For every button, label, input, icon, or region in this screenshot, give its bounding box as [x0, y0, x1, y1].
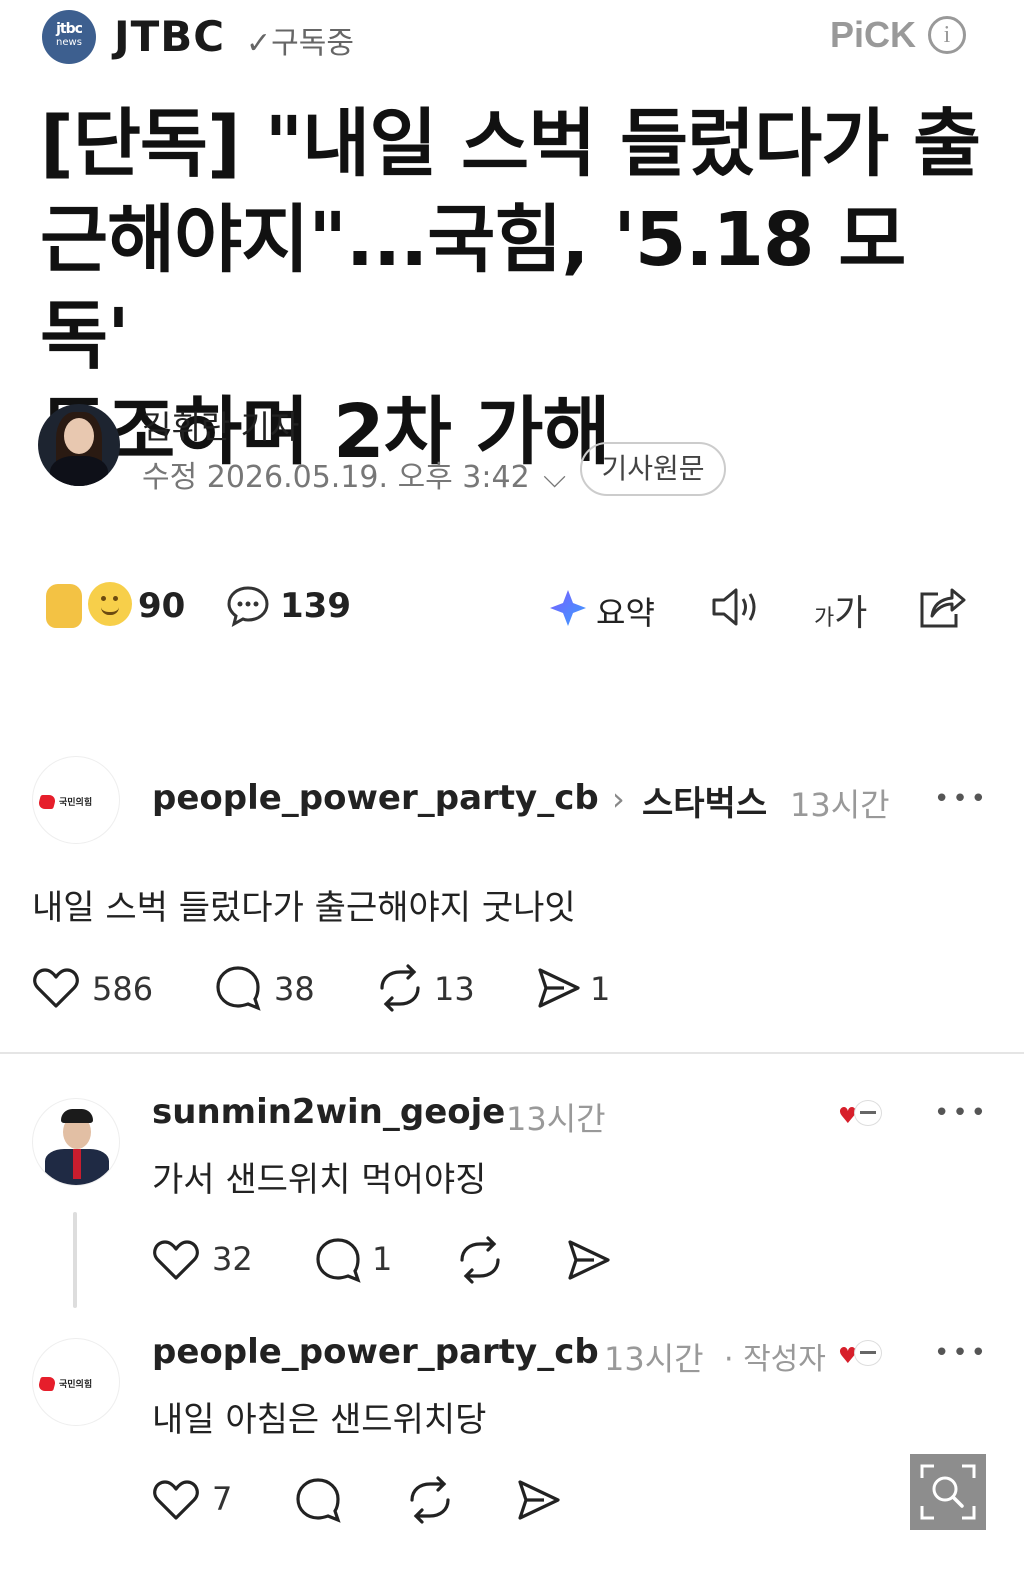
post-author-avatar[interactable]: [32, 1098, 120, 1186]
image-search-button[interactable]: [910, 1454, 986, 1530]
post-username[interactable]: people_power_party_cb: [152, 778, 599, 818]
reply-count: 1: [372, 1240, 393, 1278]
post-username[interactable]: sunmin2win_geoje: [152, 1092, 505, 1132]
thumbs-up-emoji-icon[interactable]: [46, 584, 82, 628]
article-action-bar: 90 139 요약 가가: [0, 574, 1024, 640]
repost-count: 13: [434, 970, 475, 1008]
post-text: 내일 아침은 샌드위치당: [152, 1400, 487, 1440]
send-icon[interactable]: [566, 1238, 612, 1282]
heart-icon[interactable]: [152, 1478, 200, 1522]
send-icon[interactable]: [516, 1478, 562, 1522]
more-options-icon[interactable]: •••: [934, 1098, 989, 1128]
speaker-icon[interactable]: [710, 584, 764, 630]
headline-line: 근해야지"...국힘, '5.18 모독': [40, 197, 906, 379]
modified-timestamp[interactable]: 수정 2026.05.19. 오후 3:42 ⌵: [142, 452, 566, 496]
subscribe-status[interactable]: ✓구독중: [246, 18, 354, 62]
post-time: 13시간: [604, 1340, 704, 1378]
thread-connector-line: [73, 1212, 77, 1308]
comment-bubble-icon[interactable]: [226, 584, 270, 628]
divider: [0, 1052, 1024, 1054]
summary-button[interactable]: 요약: [596, 588, 655, 634]
post-username[interactable]: people_power_party_cb: [152, 1332, 599, 1372]
press-name[interactable]: JTBC: [114, 12, 225, 61]
chevron-down-icon: ⌵: [533, 460, 566, 495]
like-count: 7: [212, 1480, 233, 1518]
reply-count: 38: [274, 970, 315, 1008]
repost-icon[interactable]: [454, 1236, 506, 1284]
original-article-button[interactable]: 기사원문: [580, 442, 726, 496]
font-size-icon[interactable]: 가가: [814, 584, 867, 636]
post-text: 가서 샌드위치 먹어야징: [152, 1160, 487, 1200]
more-options-icon[interactable]: •••: [934, 1338, 989, 1368]
repost-icon[interactable]: [404, 1476, 456, 1524]
reply-icon[interactable]: [214, 964, 262, 1012]
smile-emoji-icon[interactable]: [88, 582, 132, 626]
heart-icon[interactable]: [152, 1238, 200, 1282]
heart-icon[interactable]: [32, 966, 80, 1010]
party-badge-icon: ♥: [838, 1340, 884, 1369]
party-logo: 국민의힘: [37, 1377, 115, 1391]
post-author-avatar[interactable]: 국민의힘: [32, 1338, 120, 1426]
share-count: 1: [590, 970, 611, 1008]
send-icon[interactable]: [536, 966, 582, 1010]
post-time: 13시간: [790, 786, 890, 824]
more-options-icon[interactable]: •••: [934, 784, 989, 814]
party-badge-icon: ♥: [838, 1100, 884, 1129]
party-logo: 국민의힘: [37, 795, 115, 809]
author-tag: · 작성자: [724, 1342, 826, 1377]
chevron-right-icon: ›: [612, 780, 625, 818]
share-icon[interactable]: [918, 584, 968, 630]
info-icon[interactable]: i: [928, 16, 966, 54]
comment-count: 139: [280, 586, 351, 626]
pick-badge: PiCK: [830, 14, 917, 55]
reporter-avatar[interactable]: [38, 404, 120, 486]
ai-summary-icon[interactable]: [546, 586, 590, 630]
reaction-count: 90: [138, 586, 186, 626]
like-count: 32: [212, 1240, 253, 1278]
repost-icon[interactable]: [374, 964, 426, 1012]
like-count: 586: [92, 970, 154, 1008]
post-time: 13시간: [506, 1100, 606, 1138]
post-author-avatar[interactable]: 국민의힘: [32, 756, 120, 844]
headline-line: [단독] "내일 스벅 들렀다가 출: [40, 101, 981, 187]
press-header: jtbc news JTBC ✓구독중 PiCK i: [0, 0, 1024, 80]
post-text: 내일 스벅 들렀다가 출근해야지 굿나잇: [32, 888, 576, 928]
reporter-name[interactable]: 김휘란 기자: [142, 402, 299, 448]
image-search-icon: [920, 1464, 976, 1520]
reply-icon[interactable]: [294, 1476, 342, 1524]
jtbc-news-logo[interactable]: jtbc news: [42, 10, 96, 64]
location-tag[interactable]: 스타벅스: [642, 776, 767, 825]
reply-icon[interactable]: [314, 1236, 362, 1284]
